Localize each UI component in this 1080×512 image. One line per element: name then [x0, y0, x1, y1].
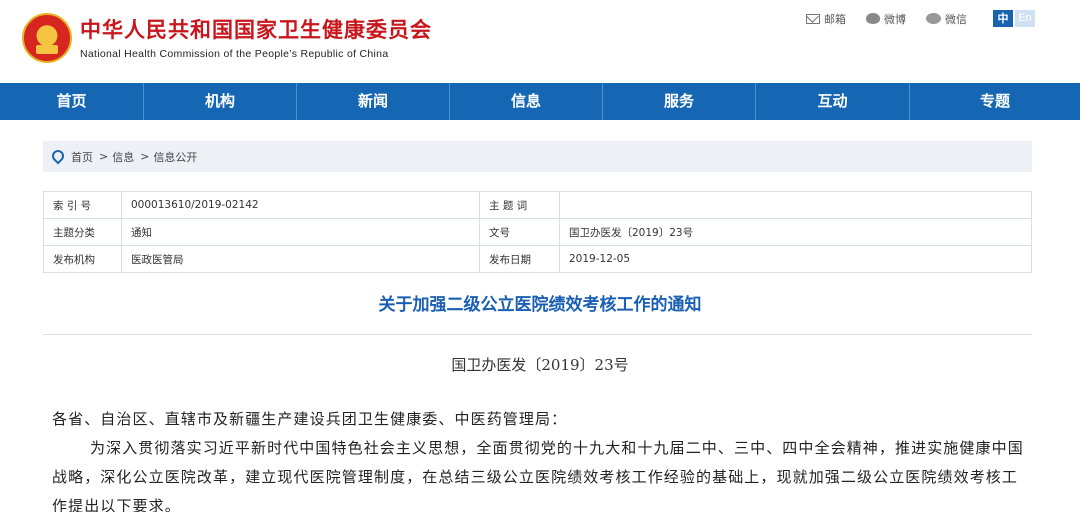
- doc-number-label: 文号: [479, 218, 560, 246]
- index-number-value: 000013610/2019-02142: [121, 191, 480, 219]
- category-label: 主题分类: [43, 218, 122, 246]
- breadcrumb-separator: >: [140, 150, 150, 163]
- site-header: ★ 中华人民共和国国家卫生健康委员会 National Health Commi…: [0, 0, 1080, 83]
- location-pin-icon: [51, 150, 63, 164]
- breadcrumb-home[interactable]: 首页: [71, 149, 93, 165]
- subject-words-value: [559, 191, 1032, 219]
- lang-zh-button[interactable]: 中: [993, 10, 1013, 27]
- wechat-icon: [926, 13, 941, 24]
- nav-item-home[interactable]: 首页: [0, 83, 144, 120]
- national-emblem-icon[interactable]: ★: [22, 13, 72, 63]
- language-switch: 中 En: [993, 10, 1035, 27]
- article-doc-number: 国卫办医发〔2019〕23号: [451, 356, 629, 374]
- main-nav: 首页 机构 新闻 信息 服务 互动 专题: [0, 83, 1080, 120]
- article-body: 各省、自治区、直辖市及新疆生产建设兵团卫生健康委、中医药管理局： 为深入贯彻落实…: [52, 405, 1032, 512]
- lang-en-button[interactable]: En: [1015, 10, 1035, 27]
- site-title-cn[interactable]: 中华人民共和国国家卫生健康委员会: [80, 14, 432, 44]
- nav-item-news[interactable]: 新闻: [297, 83, 450, 120]
- article-paragraph: 为深入贯彻落实习近平新时代中国特色社会主义思想，全面贯彻党的十九大和十九届二中、…: [52, 439, 1024, 512]
- weibo-link-label: 微博: [884, 12, 906, 26]
- breadcrumb-info[interactable]: 信息: [112, 149, 134, 165]
- publisher-label: 发布机构: [43, 245, 122, 273]
- nav-item-services[interactable]: 服务: [603, 83, 756, 120]
- breadcrumb-separator: >: [99, 150, 109, 163]
- top-links: 邮箱 微博 微信 中 En: [786, 10, 1035, 27]
- mail-link[interactable]: 邮箱: [806, 11, 846, 27]
- weibo-icon: [866, 13, 880, 24]
- breadcrumb-info-disclosure[interactable]: 信息公开: [153, 149, 197, 165]
- publisher-value: 医政医管局: [121, 245, 480, 273]
- subject-words-label: 主 题 词: [479, 191, 560, 219]
- mail-icon: [806, 13, 820, 24]
- wechat-link-label: 微信: [945, 12, 967, 26]
- nav-item-topics[interactable]: 专题: [910, 83, 1080, 120]
- breadcrumb: 首页 > 信息 > 信息公开: [43, 141, 1032, 172]
- index-number-label: 索 引 号: [43, 191, 122, 219]
- nav-item-info[interactable]: 信息: [450, 83, 603, 120]
- publish-date-label: 发布日期: [479, 245, 560, 273]
- wechat-link[interactable]: 微信: [926, 11, 967, 27]
- document-info-table: 索 引 号 000013610/2019-02142 主 题 词 主题分类 通知…: [43, 191, 1032, 273]
- category-value: 通知: [121, 218, 480, 246]
- mail-link-label: 邮箱: [824, 12, 846, 26]
- doc-number-value: 国卫办医发〔2019〕23号: [559, 218, 1032, 246]
- title-divider: [43, 334, 1032, 335]
- article-salutation: 各省、自治区、直辖市及新疆生产建设兵团卫生健康委、中医药管理局：: [52, 410, 568, 428]
- nav-item-interaction[interactable]: 互动: [756, 83, 910, 120]
- nav-item-institutions[interactable]: 机构: [144, 83, 297, 120]
- site-title-en: National Health Commission of the People…: [80, 48, 389, 60]
- publish-date-value: 2019-12-05: [559, 245, 1032, 273]
- article-title: 关于加强二级公立医院绩效考核工作的通知: [378, 295, 702, 315]
- table-row: 主题分类 通知 文号 国卫办医发〔2019〕23号: [43, 218, 1032, 246]
- table-row: 发布机构 医政医管局 发布日期 2019-12-05: [43, 245, 1032, 273]
- weibo-link[interactable]: 微博: [866, 11, 906, 27]
- table-row: 索 引 号 000013610/2019-02142 主 题 词: [43, 191, 1032, 219]
